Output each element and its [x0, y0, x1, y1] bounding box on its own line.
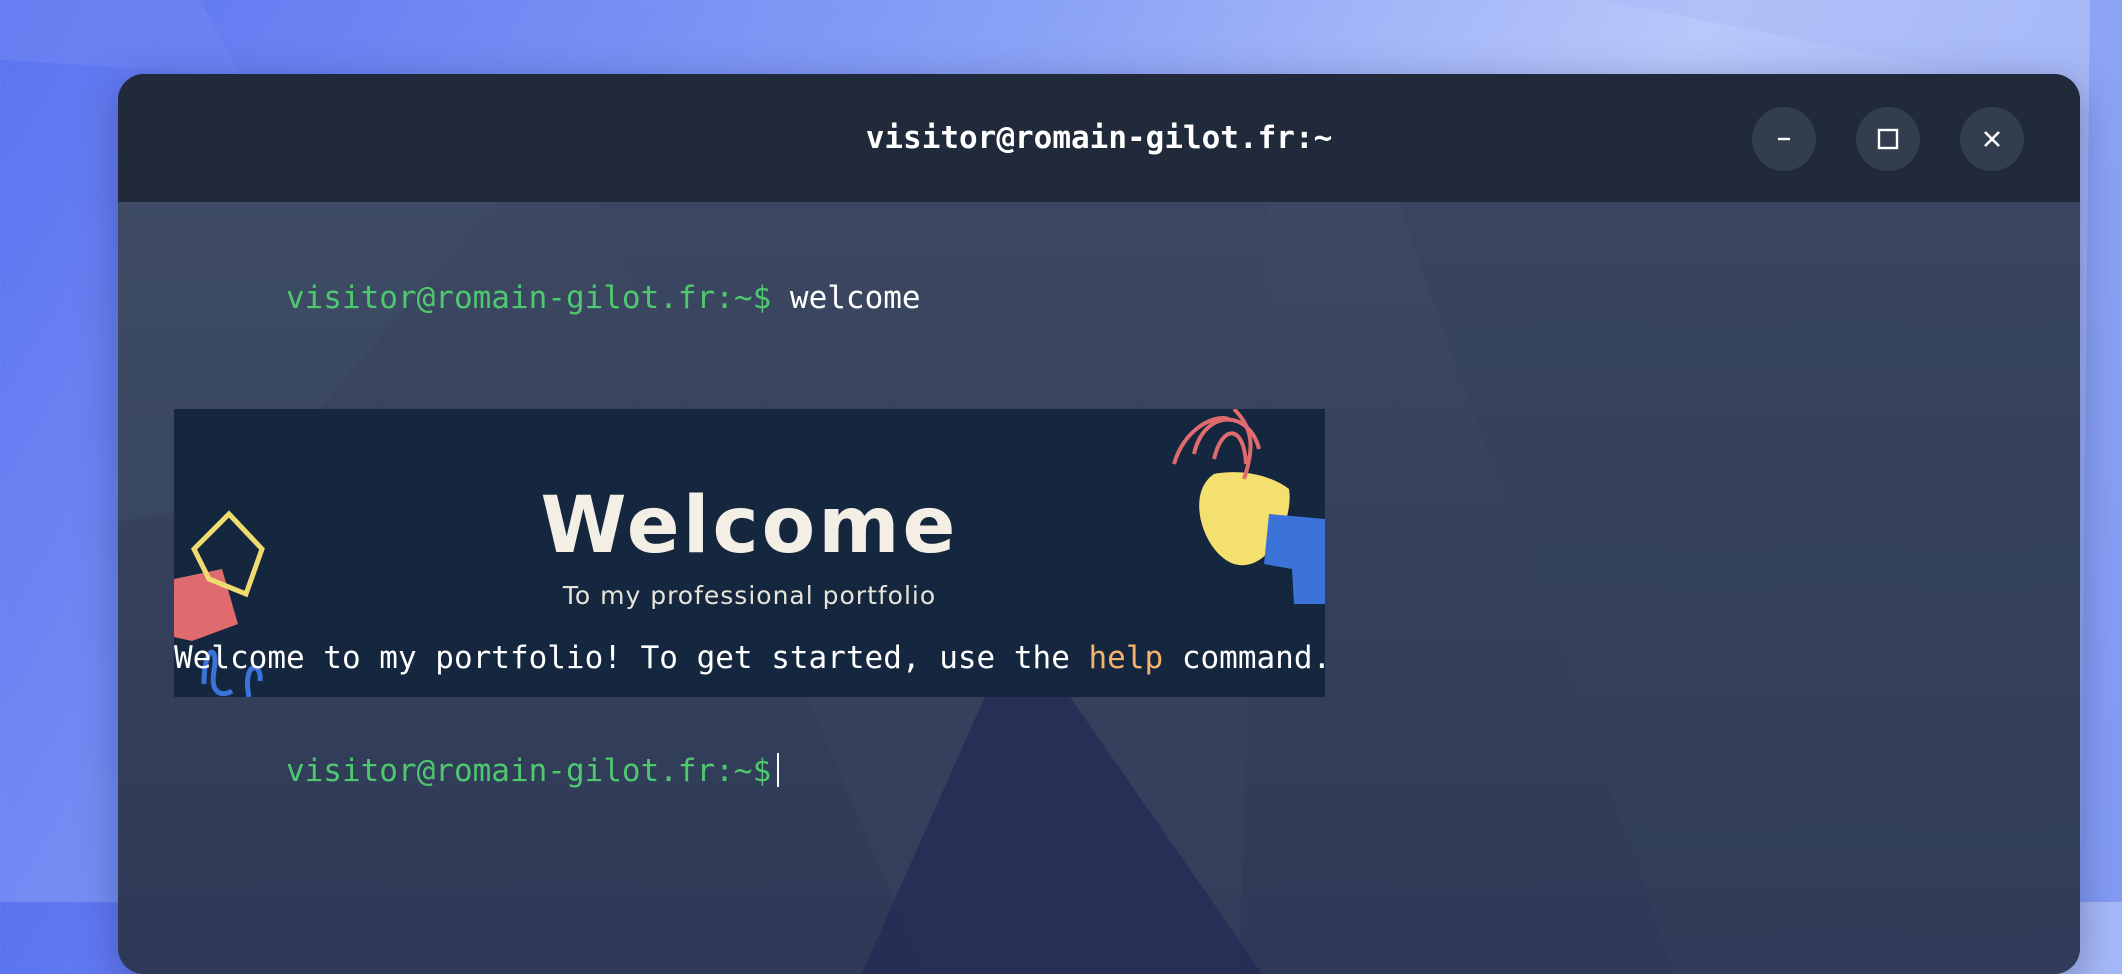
banner-subtitle: To my professional portfolio — [562, 581, 937, 610]
help-command-highlight: help — [1088, 640, 1164, 676]
minimize-button[interactable] — [1752, 107, 1816, 171]
prompt-active: visitor@romain-gilot.fr:~$ — [285, 753, 772, 789]
prompt: visitor@romain-gilot.fr:~$ — [285, 280, 772, 316]
maximize-button[interactable] — [1856, 107, 1920, 171]
message-text-end: command. — [1163, 640, 1332, 676]
minimize-icon — [1778, 137, 1790, 141]
title-bar: visitor@romain-gilot.fr:~ — [118, 74, 2080, 202]
input-line[interactable]: visitor@romain-gilot.fr:~$ — [174, 717, 780, 825]
terminal-output[interactable]: visitor@romain-gilot.fr:~$ welcome Welco… — [118, 202, 2080, 974]
text-cursor — [777, 753, 780, 787]
welcome-message: Welcome to my portfolio! To get started,… — [174, 640, 1331, 676]
message-text: Welcome to my portfolio! To get started,… — [174, 640, 1089, 676]
banner-title: Welcome — [540, 481, 959, 571]
command-text: welcome — [789, 280, 921, 316]
command-line: visitor@romain-gilot.fr:~$ welcome — [174, 244, 921, 352]
close-icon — [1984, 131, 2000, 147]
close-button[interactable] — [1960, 107, 2024, 171]
maximize-icon — [1877, 128, 1899, 150]
terminal-window: visitor@romain-gilot.fr:~ visitor@romain… — [118, 74, 2080, 974]
